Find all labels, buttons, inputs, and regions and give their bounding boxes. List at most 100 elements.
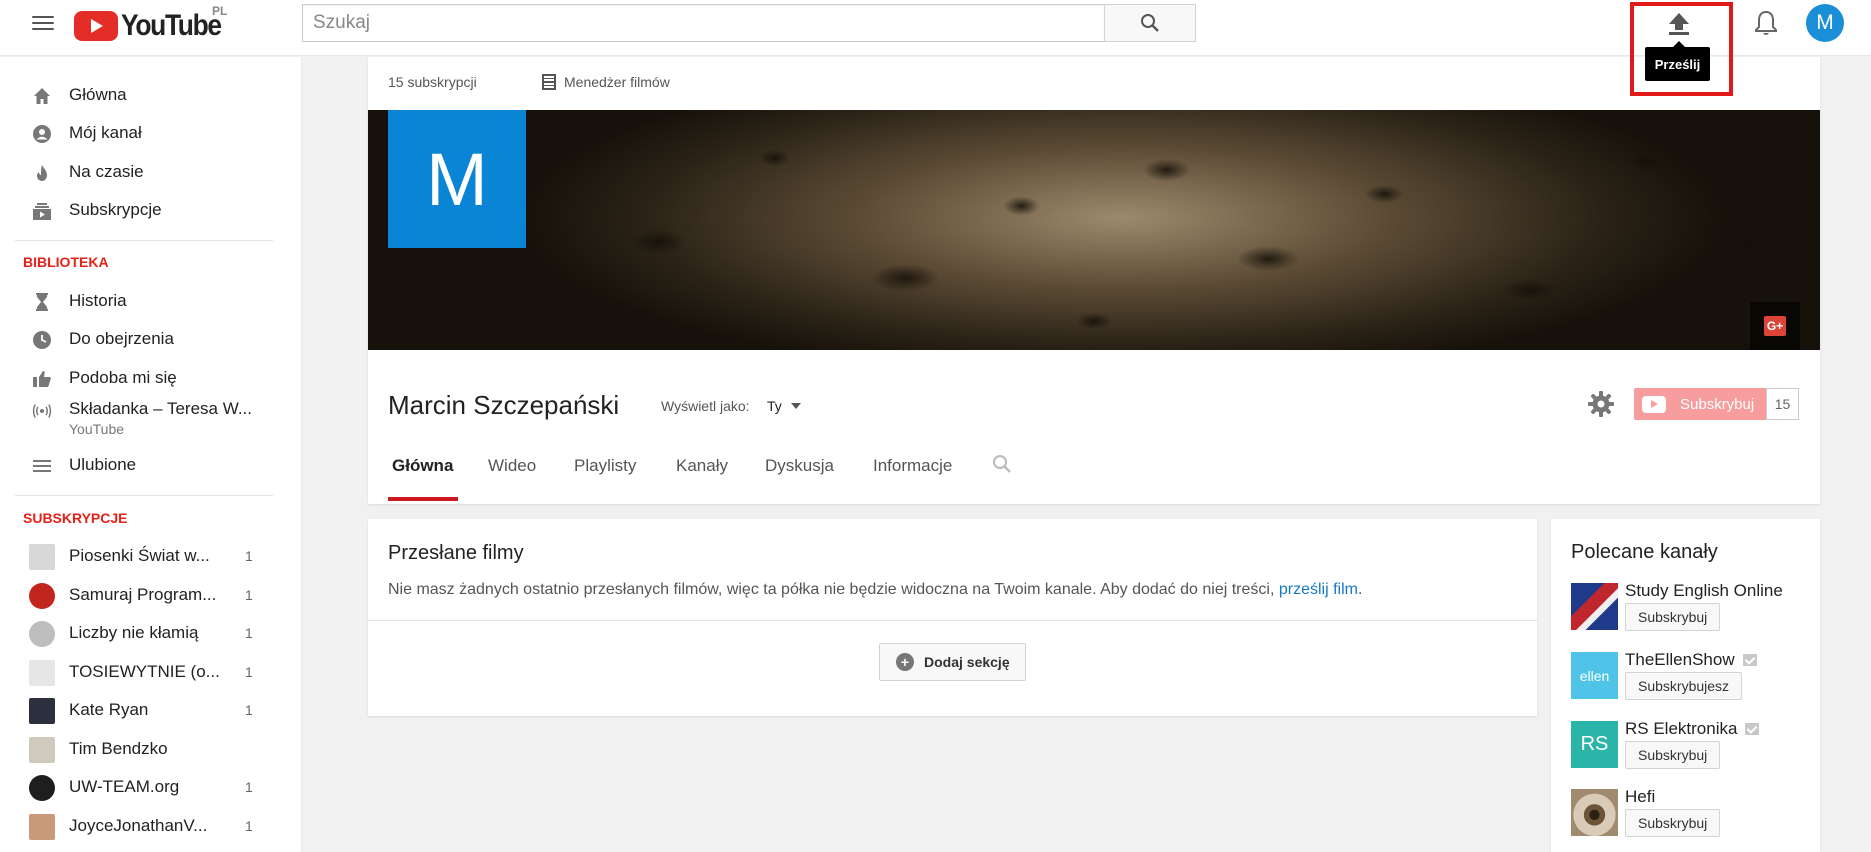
sidebar-item-label: Główna (69, 85, 127, 104)
search-input[interactable] (302, 4, 1104, 42)
channel-thumbnail[interactable]: RS (1571, 721, 1618, 768)
subscriptions-link[interactable]: 15 subskrypcji (388, 74, 477, 90)
sidebar-subscription-item[interactable]: UW-TEAM.org 1 (0, 768, 290, 806)
sidebar-divider (15, 495, 273, 496)
view-as-dropdown[interactable]: Ty (767, 398, 801, 414)
channel-name-link[interactable]: Hefi (1625, 787, 1655, 807)
channel-thumbnail[interactable] (1571, 789, 1618, 836)
upload-icon (1669, 13, 1689, 35)
google-plus-link[interactable]: G+ (1750, 302, 1800, 350)
channel-name-link[interactable]: Study English Online (1625, 581, 1783, 601)
youtube-play-icon (1642, 395, 1666, 413)
sidebar-subscription-item[interactable]: Tim Bendzko (0, 730, 290, 768)
youtube-logo[interactable]: YouTube PL (74, 4, 234, 46)
recommended-channel-name: TheEllenShow (1625, 650, 1735, 669)
subscription-label: TOSIEWYTNIE (o... (69, 662, 220, 681)
sidebar-item-label: Podoba mi się (69, 368, 177, 387)
sidebar-item-sublabel: YouTube (69, 421, 125, 437)
channel-settings-button[interactable] (1585, 388, 1617, 420)
channel-avatar (29, 660, 55, 686)
subscriptions-title: SUBSKRYPCJE (23, 510, 128, 526)
tab-about[interactable]: Informacje (873, 456, 952, 476)
subscription-count: 1 (245, 818, 253, 834)
tab-playlists[interactable]: Playlisty (574, 456, 636, 476)
channel-thumbnail[interactable]: ellen (1571, 652, 1618, 699)
subscribe-button[interactable]: Subskrybuj (1634, 388, 1766, 420)
sidebar-item-label: Subskrypcje (69, 200, 162, 219)
channel-avatar[interactable]: M (388, 110, 526, 248)
sidebar-subscription-item[interactable]: Liczby nie kłamią 1 (0, 614, 290, 652)
sidebar: Główna Mój kanał Na czasie Subskrypcje B… (0, 57, 302, 852)
channel-thumbnail[interactable] (1571, 583, 1618, 630)
recommended-channel-item: RS RS Elektronika Subskrybuj (1571, 719, 1811, 779)
hourglass-icon (31, 291, 53, 313)
sidebar-item-subscriptions[interactable]: Subskrypcje (0, 191, 290, 229)
sidebar-item-favorites[interactable]: Ulubione (0, 446, 290, 484)
video-manager-link[interactable]: Menedżer filmów (542, 74, 670, 90)
subscription-count: 1 (245, 664, 253, 680)
sidebar-item-trending[interactable]: Na czasie (0, 153, 290, 191)
subscription-label: Liczby nie kłamią (69, 623, 199, 642)
library-title: BIBLIOTEKA (23, 254, 109, 270)
broadcast-icon (31, 400, 53, 422)
channel-header: 15 subskrypcji Menedżer filmów M G+ Marc… (368, 57, 1820, 504)
sidebar-subscription-item[interactable]: Kate Ryan 1 (0, 691, 290, 729)
view-as-label: Wyświetl jako: (661, 398, 750, 414)
channel-name: Marcin Szczepański (388, 390, 620, 420)
subscription-label: Samuraj Program... (69, 585, 217, 604)
channel-banner (368, 110, 1820, 350)
sidebar-item-watch-later[interactable]: Do obejrzenia (0, 320, 290, 358)
plus-circle-icon: + (896, 653, 914, 671)
recommended-channel-item: Hefi Subskrybuj (1571, 787, 1811, 847)
channel-name-link[interactable]: RS Elektronika (1625, 719, 1760, 739)
tab-discussion[interactable]: Dyskusja (765, 456, 834, 476)
upload-button[interactable] (1660, 6, 1698, 42)
subscription-label: UW-TEAM.org (69, 777, 180, 796)
add-section-label: Dodaj sekcję (924, 654, 1010, 670)
sidebar-item-mix[interactable]: Składanka – Teresa W... YouTube (0, 396, 290, 444)
subscription-label: Piosenki Świat w... (69, 546, 210, 565)
subscribe-button[interactable]: Subskrybuj (1625, 603, 1721, 631)
subscription-count: 1 (245, 702, 253, 718)
menu-icon[interactable] (32, 14, 54, 32)
clock-icon (31, 329, 53, 351)
country-code: PL (212, 4, 228, 18)
sidebar-item-history[interactable]: Historia (0, 282, 290, 320)
sidebar-item-home[interactable]: Główna (0, 76, 290, 114)
sidebar-item-my-channel[interactable]: Mój kanał (0, 114, 290, 152)
tab-home[interactable]: Główna (392, 456, 453, 476)
recommended-channel-item: Study English Online Subskrybuj (1571, 581, 1811, 641)
uploads-divider (368, 620, 1537, 621)
notifications-button[interactable] (1749, 6, 1783, 40)
tab-videos[interactable]: Wideo (488, 456, 536, 476)
channel-search-button[interactable] (992, 454, 1012, 479)
subscriber-count: 15 (1766, 388, 1799, 420)
uploads-empty-message: Nie masz żadnych ostatnio przesłanych fi… (388, 581, 1362, 599)
channel-avatar (29, 698, 55, 724)
subscribed-button[interactable]: Subskrybujesz (1625, 672, 1743, 700)
google-plus-icon: G+ (1764, 316, 1786, 336)
channel-avatar (29, 621, 55, 647)
subscription-label: Kate Ryan (69, 700, 149, 719)
subscribe-button[interactable]: Subskrybuj (1625, 809, 1721, 837)
channel-name-link[interactable]: TheEllenShow (1625, 650, 1757, 670)
recommended-channel-item: ellen TheEllenShow Subskrybujesz (1571, 650, 1811, 710)
sidebar-subscription-item[interactable]: JoyceJonathanV... 1 (0, 807, 290, 845)
tab-channels[interactable]: Kanały (676, 456, 728, 476)
sidebar-subscription-item[interactable]: TOSIEWYTNIE (o... 1 (0, 653, 290, 691)
subscription-label: JoyceJonathanV... (69, 816, 208, 835)
sidebar-item-liked[interactable]: Podoba mi się (0, 359, 290, 397)
search-button[interactable] (1104, 4, 1196, 42)
subscriptions-icon (31, 200, 53, 222)
sidebar-subscription-item[interactable]: Piosenki Świat w... 1 (0, 537, 290, 575)
flame-icon (31, 162, 53, 184)
account-avatar[interactable]: M (1806, 4, 1844, 42)
channel-avatar (29, 583, 55, 609)
account-icon (31, 123, 53, 145)
sidebar-subscription-item[interactable]: Samuraj Program... 1 (0, 576, 290, 614)
recommended-channel-name: Study English Online (1625, 581, 1783, 600)
channel-avatar (29, 814, 55, 840)
subscribe-button[interactable]: Subskrybuj (1625, 741, 1721, 769)
upload-video-link[interactable]: prześlij film (1279, 581, 1358, 598)
add-section-button[interactable]: + Dodaj sekcję (879, 643, 1026, 681)
